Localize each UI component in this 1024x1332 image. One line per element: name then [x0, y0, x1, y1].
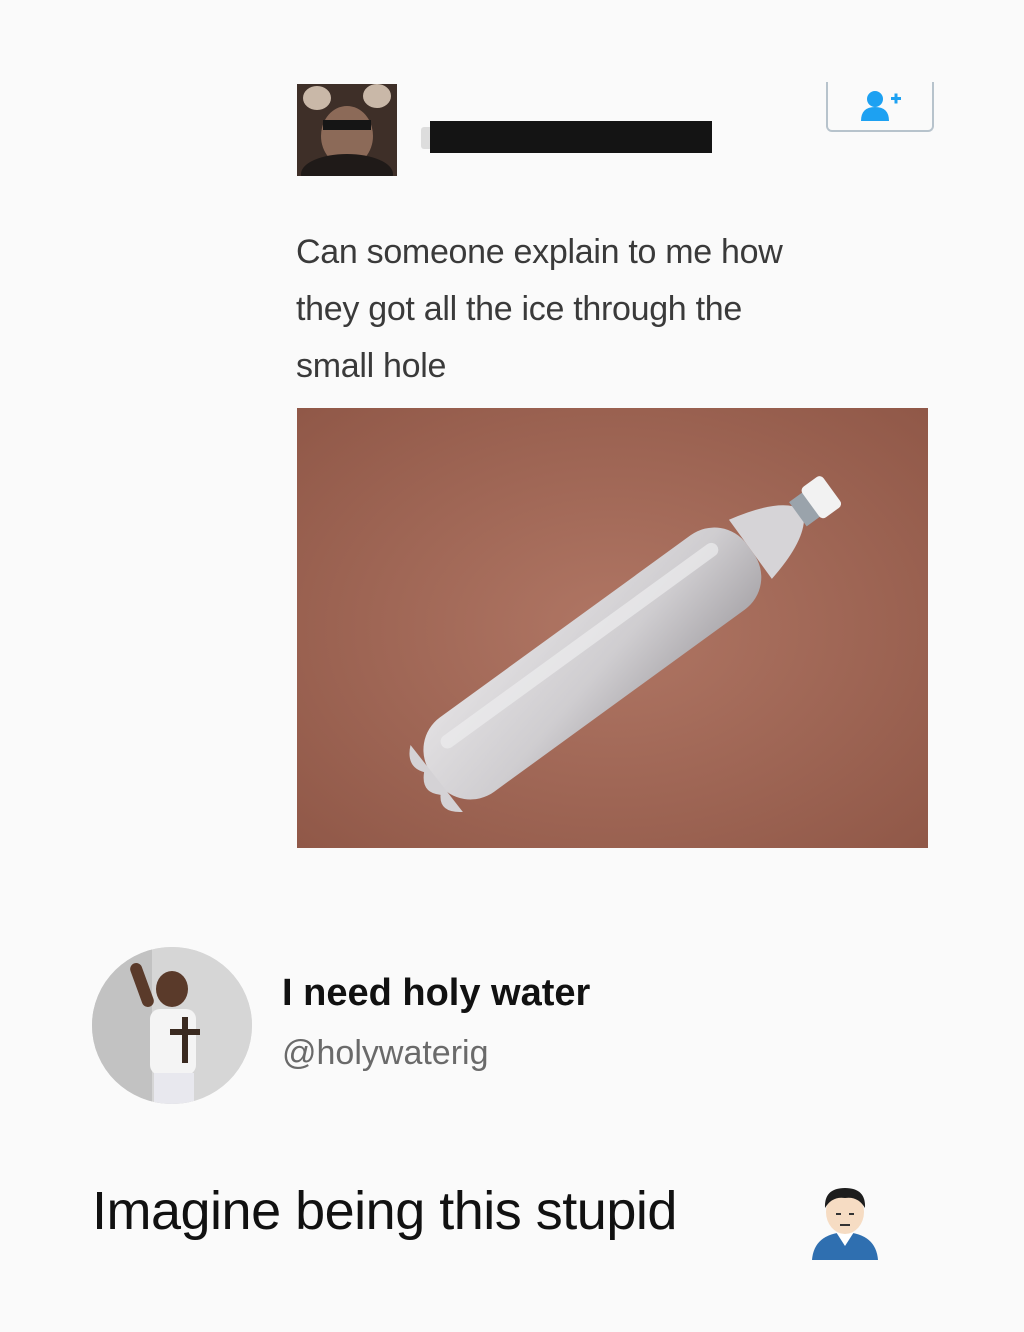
tweet-text-line: they got all the ice through the — [296, 290, 742, 328]
reply-avatar[interactable] — [92, 947, 252, 1104]
tweet-text-line: small hole — [296, 347, 447, 385]
man-facepalm-emoji-icon — [806, 1184, 884, 1260]
follow-person-plus-icon — [861, 91, 901, 121]
original-avatar-photo — [297, 84, 397, 176]
tweet-photo[interactable] — [297, 408, 928, 848]
frozen-bottle-photo — [297, 408, 928, 848]
tweet-caption: Imagine being this stupid — [92, 1181, 677, 1241]
redacted-name-bar — [430, 121, 712, 153]
reply-avatar-photo — [92, 947, 252, 1104]
follow-button[interactable] — [826, 82, 934, 132]
display-name[interactable]: I need holy water — [282, 972, 590, 1015]
tweet-text-line: Can someone explain to me how — [296, 233, 783, 271]
original-tweet-avatar[interactable] — [297, 84, 397, 176]
original-tweet-text: Can someone explain to me how they got a… — [296, 224, 916, 395]
user-handle[interactable]: @holywaterig — [282, 1034, 489, 1073]
